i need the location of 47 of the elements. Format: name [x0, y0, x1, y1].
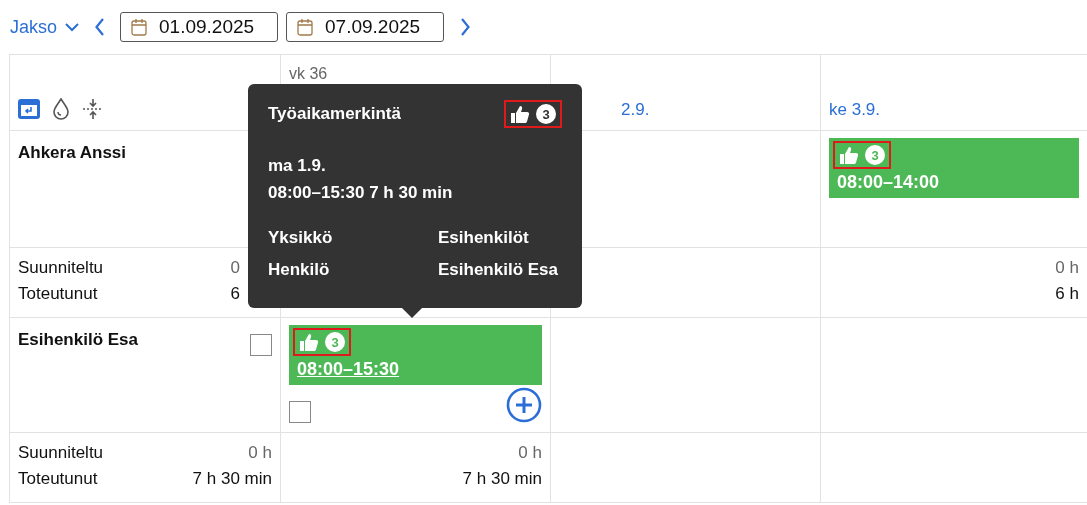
actual-hours: 7 h 30 min [462, 469, 542, 489]
day-link[interactable]: ke 3.9. [829, 100, 881, 120]
actual-hours: 7 h 30 min [192, 469, 272, 489]
tooltip-date: ma 1.9. [268, 155, 327, 177]
planned-label: Suunniteltu [18, 443, 104, 463]
field-value: Esihenkilöt [438, 228, 530, 249]
tooltip-time: 08:00–15:30 7 h 30 min [268, 182, 454, 205]
shift-time: 08:00–15:30 [296, 359, 400, 380]
previous-icon[interactable] [95, 18, 106, 36]
actual-hours: 6 [230, 284, 240, 304]
planned-hours: 0 h [1055, 258, 1079, 278]
thumbs-up-icon [839, 145, 859, 165]
person-name: Ahkera Anssi [18, 143, 127, 163]
thumbs-up-icon [510, 104, 530, 124]
collapse-icon[interactable] [82, 98, 104, 120]
actual-label: Toteutunut [18, 469, 98, 489]
calendar-icon [297, 18, 314, 36]
field-label: Henkilö [268, 260, 331, 281]
next-icon[interactable] [460, 18, 471, 36]
week-number: vk 36 [289, 65, 329, 83]
shift-time: 08:00–14:00 [836, 172, 940, 193]
period-dropdown[interactable]: Jakso [10, 16, 80, 38]
field-label: Yksikkö [268, 228, 334, 249]
end-date-field[interactable]: 07.09.2025 [286, 12, 445, 42]
calendar-icon [131, 18, 148, 36]
shift-entry[interactable]: 3 08:00–15:30 [289, 325, 542, 385]
planned-label: Suunniteltu [18, 258, 104, 278]
approval-count: 3 [536, 104, 556, 124]
thumbs-up-icon [299, 332, 319, 352]
checkbox[interactable] [250, 334, 272, 356]
shift-entry[interactable]: 3 08:00–14:00 [829, 138, 1079, 198]
approval-count: 3 [325, 332, 345, 352]
actual-label: Toteutunut [18, 284, 98, 304]
person-name: Esihenkilö Esa [18, 330, 138, 350]
tooltip-title: Työaikamerkintä [268, 104, 401, 124]
add-icon[interactable] [506, 387, 542, 423]
planned-hours: 0 h [248, 443, 272, 463]
approval-count: 3 [865, 145, 885, 165]
actual-hours: 6 h [1055, 284, 1079, 304]
calendar-icon[interactable] [18, 99, 40, 119]
field-value: Esihenkilö Esa [438, 260, 559, 281]
checkbox[interactable] [289, 401, 311, 423]
planned-hours: 0 [230, 258, 240, 278]
caret-icon[interactable] [65, 22, 80, 32]
start-date-field[interactable]: 01.09.2025 [120, 12, 279, 42]
planned-hours: 0 h [518, 443, 542, 463]
drop-icon[interactable] [52, 98, 70, 120]
